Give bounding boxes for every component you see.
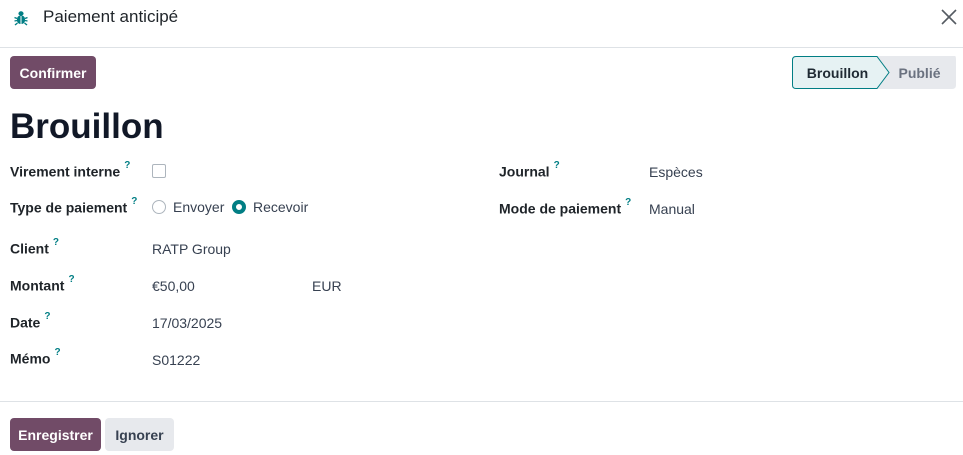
status-bar: Brouillon Publié [792,56,956,89]
internal-transfer-checkbox[interactable] [152,164,166,178]
help-icon[interactable]: ? [68,274,74,285]
payment-type-receive-label[interactable]: Recevoir [253,199,308,215]
close-icon[interactable] [939,7,959,27]
memo-field[interactable]: S01222 [152,352,200,368]
payment-method-field[interactable]: Manual [649,201,695,217]
bug-icon [14,11,28,26]
discard-button[interactable]: Ignorer [105,418,174,451]
payment-type-send-radio[interactable] [152,200,166,214]
dialog-header: Paiement anticipé [0,0,963,48]
memo-label: Mémo? [10,347,61,367]
status-step-posted[interactable]: Publié [883,56,956,89]
amount-field[interactable]: €50,00 [152,278,195,294]
help-icon[interactable]: ? [54,347,60,358]
record-state-title: Brouillon [10,107,164,146]
amount-label: Montant? [10,274,75,294]
journal-label: Journal? [499,160,560,180]
help-icon[interactable]: ? [625,197,631,208]
customer-label: Client? [10,237,59,257]
help-icon[interactable]: ? [44,311,50,322]
customer-field[interactable]: RATP Group [152,241,231,257]
help-icon[interactable]: ? [53,237,59,248]
payment-type-receive-radio[interactable] [232,200,246,214]
footer-divider [0,401,963,402]
dialog-title: Paiement anticipé [43,7,179,26]
help-icon[interactable]: ? [554,160,560,171]
date-field[interactable]: 17/03/2025 [152,315,222,331]
currency-field[interactable]: EUR [312,278,342,294]
help-icon[interactable]: ? [131,196,137,207]
journal-field[interactable]: Espèces [649,164,703,180]
help-icon[interactable]: ? [124,160,130,171]
payment-type-label: Type de paiement? [10,196,138,216]
payment-method-label: Mode de paiement? [499,197,632,217]
confirm-button[interactable]: Confirmer [10,56,96,89]
internal-transfer-label: Virement interne? [10,160,131,180]
save-button[interactable]: Enregistrer [10,418,101,451]
date-label: Date? [10,311,51,331]
status-step-draft[interactable]: Brouillon [792,56,883,89]
payment-type-send-label[interactable]: Envoyer [173,199,224,215]
